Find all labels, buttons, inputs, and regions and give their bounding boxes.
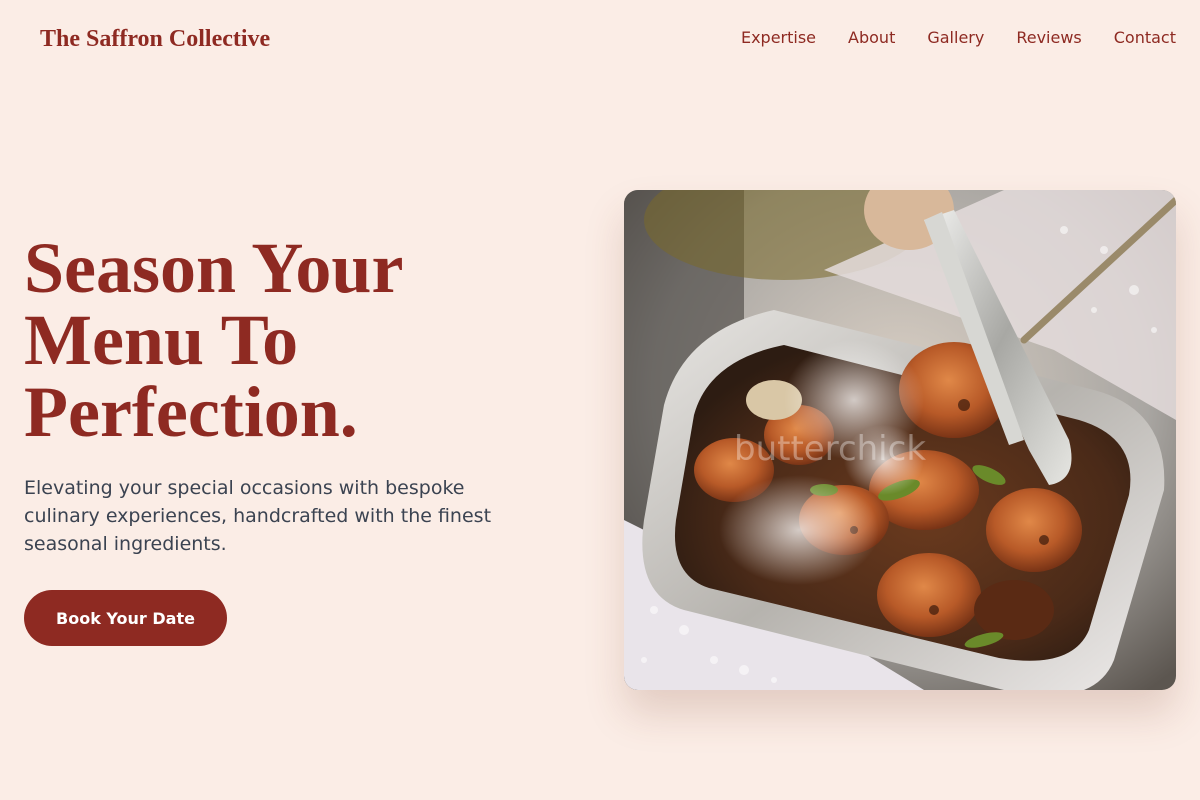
nav-link-about[interactable]: About <box>848 28 895 48</box>
hero-title-line: Menu To <box>24 300 299 380</box>
book-date-button[interactable]: Book Your Date <box>24 590 227 646</box>
hero-subtitle: Elevating your special occasions with be… <box>24 477 492 555</box>
main-nav: Expertise About Gallery Reviews Contact <box>741 28 1176 48</box>
nav-link-reviews[interactable]: Reviews <box>1016 28 1081 48</box>
hero-title-line: Perfection. <box>24 372 358 452</box>
image-watermark: butterchick <box>734 429 926 469</box>
page: The Saffron Collective Expertise About G… <box>0 0 1200 800</box>
brand-logo[interactable]: The Saffron Collective <box>40 26 270 53</box>
nav-link-expertise[interactable]: Expertise <box>741 28 816 48</box>
nav-link-contact[interactable]: Contact <box>1114 28 1176 48</box>
hero-title: Season Your Menu To Perfection. <box>24 232 584 448</box>
hero-food-image: butterchick <box>624 190 1176 690</box>
nav-link-gallery[interactable]: Gallery <box>927 28 984 48</box>
hero-title-line: Season Your <box>24 228 404 308</box>
